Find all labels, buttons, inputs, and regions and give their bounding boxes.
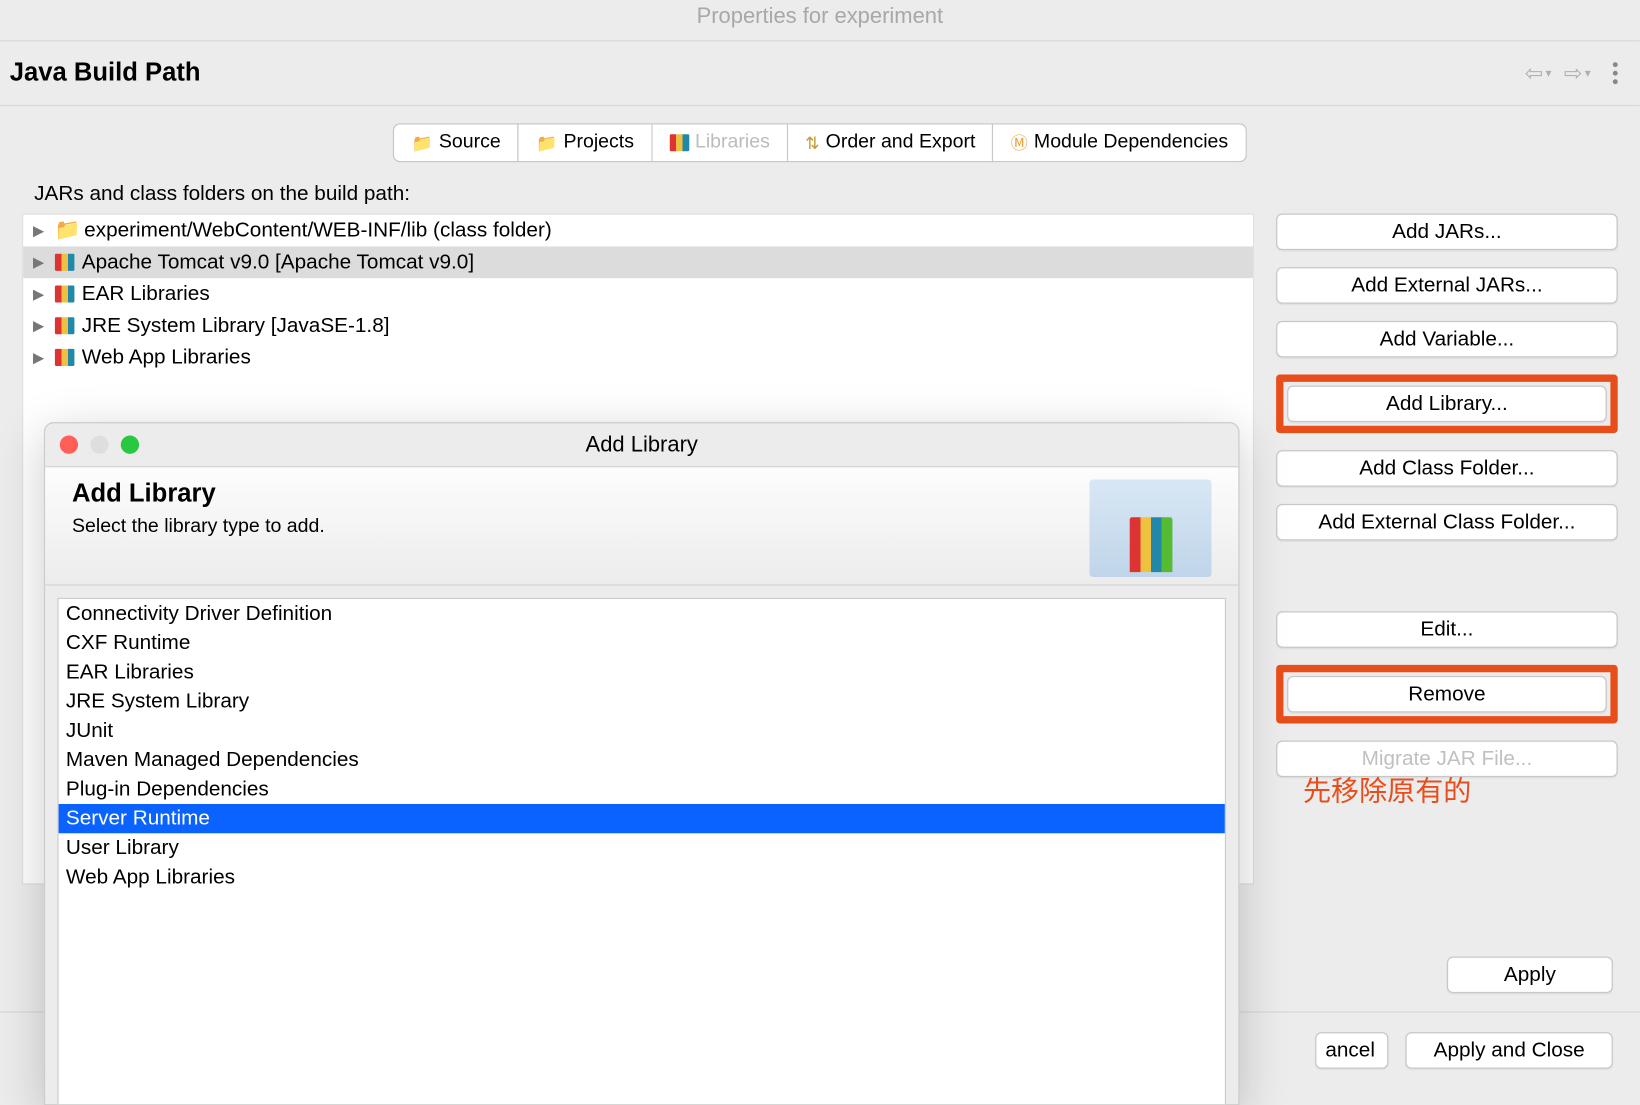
dialog-subheading: Select the library type to add. bbox=[72, 516, 325, 538]
library-type-item[interactable]: JRE System Library bbox=[59, 687, 1225, 716]
apply-button[interactable]: Apply bbox=[1447, 956, 1613, 993]
tree-item[interactable]: ▶ EAR Libraries bbox=[23, 278, 1253, 310]
dialog-header: Add Library Select the library type to a… bbox=[45, 467, 1238, 585]
library-icon bbox=[55, 285, 75, 302]
tab-label: Order and Export bbox=[826, 132, 976, 154]
tree-item[interactable]: ▶ Apache Tomcat v9.0 [Apache Tomcat v9.0… bbox=[23, 246, 1253, 278]
tree-item-label: EAR Libraries bbox=[82, 282, 210, 306]
library-type-item[interactable]: Connectivity Driver Definition bbox=[59, 599, 1225, 628]
tree-item[interactable]: ▶ Web App Libraries bbox=[23, 342, 1253, 374]
add-class-folder-button[interactable]: Add Class Folder... bbox=[1276, 450, 1618, 487]
apply-and-close-button[interactable]: Apply and Close bbox=[1405, 1032, 1612, 1069]
order-export-icon: ⇅ bbox=[805, 132, 819, 153]
build-path-tabs: 📁 Source 📁 Projects Libraries ⇅ Order an… bbox=[22, 123, 1618, 162]
library-icon bbox=[55, 349, 75, 366]
tree-item-label: JRE System Library [JavaSE-1.8] bbox=[82, 314, 390, 338]
side-buttons: Add JARs... Add External JARs... Add Var… bbox=[1276, 214, 1618, 778]
page-title: Java Build Path bbox=[10, 59, 201, 88]
forward-menu-caret[interactable]: ▾ bbox=[1585, 66, 1591, 79]
tab-projects[interactable]: 📁 Projects bbox=[519, 123, 652, 162]
tab-libraries[interactable]: Libraries bbox=[652, 123, 788, 162]
remove-button[interactable]: Remove bbox=[1287, 676, 1607, 713]
tab-source[interactable]: 📁 Source bbox=[393, 123, 519, 162]
class-folder-icon: 📁 bbox=[55, 218, 77, 242]
jars-header: JARs and class folders on the build path… bbox=[22, 174, 1618, 213]
folder-icon: 📁 bbox=[536, 132, 557, 153]
add-external-class-folder-button[interactable]: Add External Class Folder... bbox=[1276, 504, 1618, 541]
tree-item-label: experiment/WebContent/WEB-INF/lib (class… bbox=[84, 218, 552, 242]
add-library-button[interactable]: Add Library... bbox=[1287, 386, 1607, 423]
header-bar: Java Build Path ⇦▾ ⇨▾ bbox=[0, 41, 1640, 106]
folder-icon: 📁 bbox=[411, 132, 432, 153]
library-type-item[interactable]: User Library bbox=[59, 833, 1225, 862]
books-icon bbox=[669, 134, 689, 151]
edit-button[interactable]: Edit... bbox=[1276, 611, 1618, 648]
annotation-highlight-add-library: Add Library... bbox=[1276, 375, 1618, 434]
tab-label: Source bbox=[439, 132, 501, 154]
back-menu-caret[interactable]: ▾ bbox=[1546, 66, 1552, 79]
close-icon[interactable] bbox=[60, 436, 78, 454]
library-type-item[interactable]: EAR Libraries bbox=[59, 658, 1225, 687]
expand-icon[interactable]: ▶ bbox=[33, 222, 48, 239]
library-type-item[interactable]: JUnit bbox=[59, 716, 1225, 745]
dialog-title: Add Library bbox=[586, 432, 698, 458]
minimize-icon bbox=[90, 436, 108, 454]
back-icon[interactable]: ⇦ bbox=[1525, 60, 1543, 86]
zoom-icon[interactable] bbox=[121, 436, 139, 454]
view-menu-icon[interactable] bbox=[1613, 62, 1618, 84]
tab-label: Projects bbox=[563, 132, 634, 154]
migrate-jar-button: Migrate JAR File... bbox=[1276, 741, 1618, 778]
tree-item-label: Web App Libraries bbox=[82, 345, 251, 369]
module-icon: Ⓜ bbox=[1011, 131, 1028, 155]
library-icon bbox=[55, 317, 75, 334]
library-type-item[interactable]: CXF Runtime bbox=[59, 628, 1225, 657]
dialog-titlebar[interactable]: Add Library bbox=[45, 423, 1238, 467]
library-type-list[interactable]: Connectivity Driver DefinitionCXF Runtim… bbox=[57, 598, 1226, 1105]
library-type-item[interactable]: Server Runtime bbox=[59, 804, 1225, 833]
tab-order-export[interactable]: ⇅ Order and Export bbox=[788, 123, 994, 162]
expand-icon[interactable]: ▶ bbox=[33, 349, 48, 366]
window-title: Properties for experiment bbox=[0, 0, 1640, 41]
window-controls bbox=[60, 436, 139, 454]
apply-row: Apply bbox=[1447, 956, 1613, 993]
library-banner-icon bbox=[1089, 479, 1211, 577]
annotation-highlight-remove: Remove bbox=[1276, 665, 1618, 724]
dialog-heading: Add Library bbox=[72, 479, 325, 508]
add-jars-button[interactable]: Add JARs... bbox=[1276, 214, 1618, 251]
tab-label: Module Dependencies bbox=[1034, 132, 1228, 154]
add-library-dialog: Add Library Add Library Select the libra… bbox=[44, 422, 1240, 1105]
tree-item[interactable]: ▶ 📁 experiment/WebContent/WEB-INF/lib (c… bbox=[23, 215, 1253, 247]
expand-icon[interactable]: ▶ bbox=[33, 317, 48, 334]
library-type-item[interactable]: Web App Libraries bbox=[59, 863, 1225, 892]
forward-icon[interactable]: ⇨ bbox=[1564, 60, 1582, 86]
tab-module-dependencies[interactable]: Ⓜ Module Dependencies bbox=[994, 123, 1247, 162]
cancel-button[interactable]: ancel bbox=[1315, 1032, 1388, 1069]
tab-label: Libraries bbox=[695, 132, 770, 154]
library-type-item[interactable]: Maven Managed Dependencies bbox=[59, 745, 1225, 774]
library-type-item[interactable]: Plug-in Dependencies bbox=[59, 775, 1225, 804]
expand-icon[interactable]: ▶ bbox=[33, 285, 48, 302]
library-icon bbox=[55, 254, 75, 271]
tree-item-label: Apache Tomcat v9.0 [Apache Tomcat v9.0] bbox=[82, 250, 474, 274]
tree-item[interactable]: ▶ JRE System Library [JavaSE-1.8] bbox=[23, 310, 1253, 342]
add-external-jars-button[interactable]: Add External JARs... bbox=[1276, 267, 1618, 304]
add-variable-button[interactable]: Add Variable... bbox=[1276, 321, 1618, 358]
expand-icon[interactable]: ▶ bbox=[33, 254, 48, 271]
nav-controls: ⇦▾ ⇨▾ bbox=[1525, 60, 1618, 86]
